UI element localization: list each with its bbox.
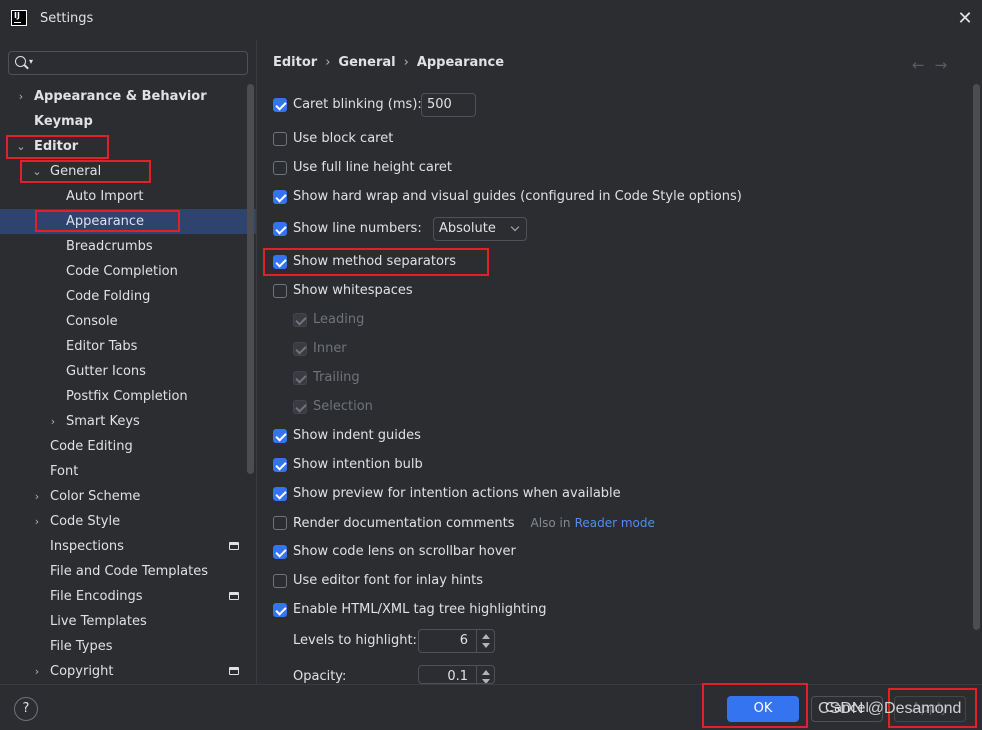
- tree-item-keymap[interactable]: Keymap: [0, 109, 256, 134]
- reader-mode-link[interactable]: Reader mode: [575, 516, 655, 530]
- chevron-right-icon[interactable]: ›: [31, 484, 43, 509]
- settings-content: Editor › General › Appearance ←→ Caret blink…: [257, 40, 982, 684]
- tree-item-color-scheme[interactable]: › Color Scheme: [0, 484, 256, 509]
- breadcrumb-editor[interactable]: Editor: [273, 55, 317, 70]
- caret-blinking-checkbox[interactable]: [273, 98, 287, 112]
- tree-item-smart-keys[interactable]: › Smart Keys: [0, 409, 256, 434]
- tree-item-editor-tabs[interactable]: Editor Tabs: [0, 334, 256, 359]
- breadcrumb: Editor › General › Appearance: [273, 55, 510, 70]
- settings-sidebar: ▾ › Appearance & Behavior Keymap ⌄ Edito…: [0, 40, 256, 684]
- line-numbers-checkbox[interactable]: [273, 222, 287, 236]
- method-separators-checkbox[interactable]: [273, 255, 287, 269]
- code-lens-checkbox[interactable]: [273, 545, 287, 559]
- history-nav: ←→: [912, 56, 957, 74]
- inner-checkbox: [293, 342, 307, 356]
- content-scrollbar[interactable]: [973, 84, 980, 630]
- chevron-right-icon[interactable]: ›: [15, 84, 27, 109]
- tree-item-console[interactable]: Console: [0, 309, 256, 334]
- search-icon: [15, 56, 26, 67]
- inlay-font-checkbox[interactable]: [273, 574, 287, 588]
- tree-item-gutter-icons[interactable]: Gutter Icons: [0, 359, 256, 384]
- levels-label: Levels to highlight:: [293, 633, 417, 648]
- project-level-icon: [229, 592, 239, 600]
- whitespaces-checkbox[interactable]: [273, 284, 287, 298]
- chevron-down-icon[interactable]: ⌄: [31, 159, 43, 184]
- chevron-right-icon[interactable]: ›: [31, 509, 43, 534]
- trailing-checkbox: [293, 371, 307, 385]
- chevron-down-icon: [510, 222, 520, 232]
- watermark: CSDN @Desamond: [818, 700, 962, 717]
- tree-item-font[interactable]: Font: [0, 459, 256, 484]
- breadcrumb-separator: ›: [403, 55, 409, 70]
- tree-item-breadcrumbs[interactable]: Breadcrumbs: [0, 234, 256, 259]
- chevron-right-icon[interactable]: ›: [47, 409, 59, 434]
- tree-item-code-editing[interactable]: Code Editing: [0, 434, 256, 459]
- breadcrumb-appearance: Appearance: [416, 55, 505, 70]
- tree-item-postfix-completion[interactable]: Postfix Completion: [0, 384, 256, 409]
- breadcrumb-general[interactable]: General: [338, 55, 395, 70]
- tree-item-inspections[interactable]: Inspections: [0, 534, 256, 559]
- selection-checkbox: [293, 400, 307, 414]
- tree-item-general[interactable]: ⌄ General: [0, 159, 256, 184]
- help-button[interactable]: ?: [14, 697, 38, 721]
- sidebar-scrollbar[interactable]: [247, 84, 254, 474]
- project-level-icon: [229, 667, 239, 675]
- tree-item-file-encodings[interactable]: File Encodings: [0, 584, 256, 609]
- tree-item-code-style[interactable]: › Code Style: [0, 509, 256, 534]
- preview-intention-checkbox[interactable]: [273, 487, 287, 501]
- spinner-arrows-icon[interactable]: [476, 630, 494, 652]
- leading-checkbox: [293, 313, 307, 327]
- tag-tree-checkbox[interactable]: [273, 603, 287, 617]
- levels-spinner[interactable]: 6: [418, 629, 495, 653]
- forward-arrow-icon[interactable]: →: [935, 56, 958, 74]
- chevron-down-icon[interactable]: ⌄: [15, 134, 27, 159]
- tree-item-appearance[interactable]: Appearance: [0, 209, 256, 234]
- chevron-right-icon[interactable]: ›: [31, 659, 43, 684]
- intention-bulb-checkbox[interactable]: [273, 458, 287, 472]
- title-bar: IJ Settings ✕: [0, 0, 982, 40]
- tree-item-file-code-templates[interactable]: File and Code Templates: [0, 559, 256, 584]
- search-options-chevron-icon[interactable]: ▾: [29, 57, 33, 66]
- line-numbers-select[interactable]: Absolute: [433, 217, 527, 241]
- search-input[interactable]: ▾: [8, 51, 248, 75]
- render-docs-checkbox[interactable]: [273, 516, 287, 530]
- project-level-icon: [229, 542, 239, 550]
- hard-wrap-checkbox[interactable]: [273, 190, 287, 204]
- close-icon[interactable]: ✕: [952, 6, 978, 32]
- tree-item-auto-import[interactable]: Auto Import: [0, 184, 256, 209]
- tree-item-file-types[interactable]: File Types: [0, 634, 256, 659]
- ok-button[interactable]: OK: [727, 696, 799, 722]
- full-line-caret-checkbox[interactable]: [273, 161, 287, 175]
- intellij-logo-icon: IJ: [11, 10, 27, 26]
- tree-item-code-completion[interactable]: Code Completion: [0, 259, 256, 284]
- breadcrumb-separator: ›: [325, 55, 331, 70]
- indent-guides-checkbox[interactable]: [273, 429, 287, 443]
- window-title: Settings: [40, 11, 94, 26]
- opacity-spinner[interactable]: 0.1: [418, 665, 495, 684]
- caret-blinking-input[interactable]: 500: [421, 93, 476, 117]
- settings-tree: › Appearance & Behavior Keymap ⌄ Editor …: [0, 84, 256, 684]
- spinner-arrows-icon[interactable]: [476, 666, 494, 683]
- back-arrow-icon[interactable]: ←: [912, 56, 935, 74]
- tree-item-editor[interactable]: ⌄ Editor: [0, 134, 256, 159]
- tree-item-appearance-behavior[interactable]: › Appearance & Behavior: [0, 84, 256, 109]
- tree-item-live-templates[interactable]: Live Templates: [0, 609, 256, 634]
- tree-item-code-folding[interactable]: Code Folding: [0, 284, 256, 309]
- tree-item-copyright[interactable]: › Copyright: [0, 659, 256, 684]
- block-caret-checkbox[interactable]: [273, 132, 287, 146]
